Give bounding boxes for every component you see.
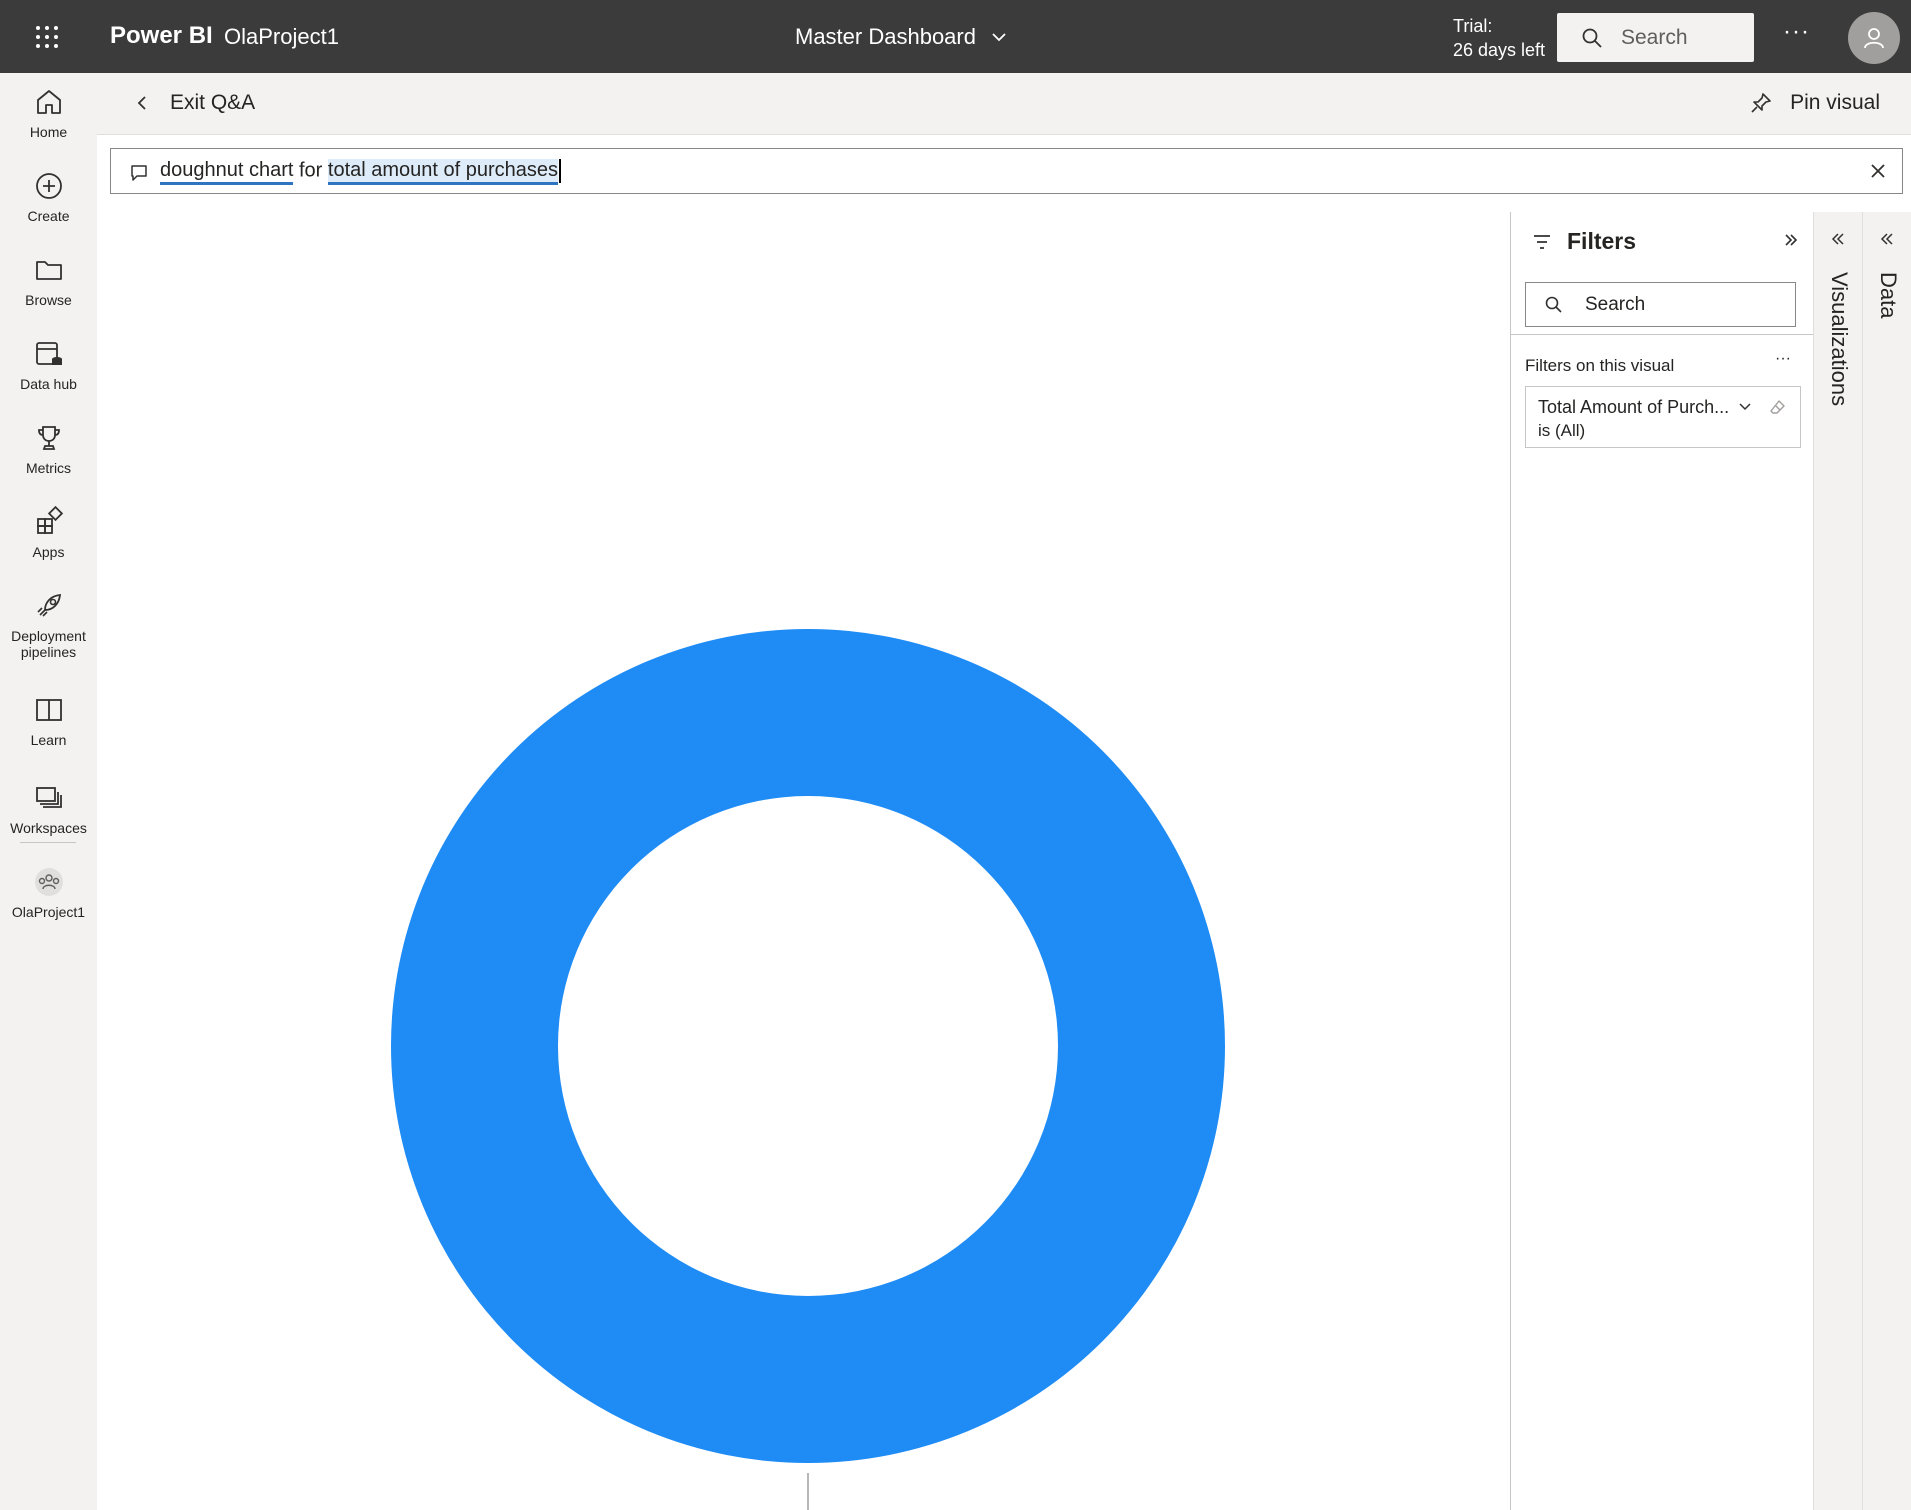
- nav-item-workspaces[interactable]: Workspaces: [0, 782, 97, 836]
- nav-label: Learn: [30, 732, 67, 748]
- nav-item-browse[interactable]: Browse: [0, 254, 97, 308]
- filter-card-title: Total Amount of Purch...: [1538, 397, 1730, 417]
- filters-pane: Filters Search Filters on this visual ··…: [1510, 212, 1814, 1510]
- chevron-down-icon: [992, 33, 1006, 42]
- left-navigation: Home Create Browse Data hub Metrics Apps…: [0, 73, 97, 1510]
- filters-search-input[interactable]: Search: [1525, 282, 1796, 327]
- qa-term-connector: for: [293, 159, 328, 182]
- data-pane-collapsed[interactable]: Data: [1862, 212, 1911, 1510]
- global-search-input[interactable]: Search: [1557, 13, 1754, 62]
- filters-section-more-button[interactable]: ···: [1775, 350, 1791, 368]
- nav-item-data-hub[interactable]: Data hub: [0, 338, 97, 392]
- visualizations-pane-collapsed[interactable]: Visualizations: [1813, 212, 1862, 1510]
- exit-qa-button[interactable]: Exit Q&A: [134, 91, 255, 115]
- nav-item-metrics[interactable]: Metrics: [0, 422, 97, 476]
- exit-qa-label: Exit Q&A: [170, 91, 256, 114]
- more-options-button[interactable]: ···: [1783, 18, 1810, 46]
- qa-term-field: total amount of purchases: [327, 159, 559, 186]
- qa-term-visual-type: doughnut chart: [160, 159, 294, 186]
- search-icon: [1582, 28, 1602, 48]
- person-icon: [1864, 28, 1884, 49]
- trial-days-left: 26 days left: [1453, 40, 1546, 60]
- filter-card-value: is (All): [1538, 421, 1586, 440]
- chevron-down-icon[interactable]: [1738, 400, 1752, 414]
- text-caret: [559, 159, 562, 183]
- pin-visual-label: Pin visual: [1790, 91, 1880, 114]
- filters-search-placeholder: Search: [1585, 293, 1646, 315]
- nav-label: Workspaces: [10, 820, 87, 836]
- nav-item-home[interactable]: Home: [0, 86, 97, 140]
- eraser-icon[interactable]: [1769, 398, 1787, 416]
- trial-label: Trial:: [1453, 16, 1493, 36]
- trial-status[interactable]: Trial: 26 days left: [1453, 14, 1545, 62]
- apps-icon: [36, 506, 63, 534]
- chevron-double-left-icon[interactable]: [1880, 232, 1894, 246]
- visualizations-pane-label: Visualizations: [1827, 272, 1852, 407]
- qa-question-input[interactable]: doughnut chart for total amount of purch…: [110, 148, 1903, 194]
- filters-section-label: Filters on this visual: [1525, 356, 1675, 375]
- avatar[interactable]: [1848, 12, 1900, 64]
- chevron-left-icon: [137, 96, 146, 110]
- rocket-icon: [36, 593, 61, 617]
- nav-label: Apps: [32, 544, 65, 560]
- qa-header: Exit Q&A Pin visual: [97, 73, 1911, 135]
- pin-icon: [1751, 93, 1771, 113]
- book-icon: [35, 699, 62, 721]
- data-pane-label: Data: [1876, 272, 1901, 319]
- close-icon[interactable]: [1868, 161, 1888, 181]
- nav-item-create[interactable]: Create: [0, 170, 97, 224]
- filters-title: Filters: [1567, 228, 1637, 254]
- nav-label: Browse: [25, 292, 72, 308]
- doughnut-slice[interactable]: [391, 629, 1225, 1463]
- nav-label: Deployment pipelines: [11, 628, 86, 660]
- qa-question-text: doughnut chart for total amount of purch…: [160, 159, 562, 186]
- report-title-dropdown[interactable]: Master Dashboard: [795, 24, 1008, 50]
- app-launcher-icon[interactable]: [34, 24, 60, 50]
- nav-label: OlaProject1: [11, 904, 86, 920]
- data-hub-icon: [35, 342, 62, 365]
- brand-name[interactable]: Power BI: [110, 22, 213, 50]
- nav-label: Home: [29, 124, 68, 140]
- filter-icon: [1534, 234, 1550, 249]
- trophy-icon: [37, 426, 60, 450]
- visual-canvas: [97, 210, 1510, 1510]
- workspace-group-icon: [34, 868, 63, 896]
- nav-divider: [20, 842, 76, 843]
- chevron-double-right-icon[interactable]: [1783, 232, 1799, 248]
- search-icon: [1545, 296, 1562, 313]
- nav-item-apps[interactable]: Apps: [0, 506, 97, 560]
- divider: [1511, 334, 1814, 335]
- nav-label: Data hub: [20, 376, 77, 392]
- folder-icon: [35, 261, 62, 280]
- report-title: Master Dashboard: [795, 24, 976, 49]
- nav-label: Create: [27, 208, 70, 224]
- workspaces-icon: [35, 787, 62, 808]
- home-icon: [36, 90, 61, 114]
- top-bar: Power BI OlaProject1 Master Dashboard Tr…: [0, 0, 1911, 73]
- nav-label: Metrics: [25, 460, 72, 476]
- plus-circle-icon: [35, 173, 62, 199]
- search-placeholder: Search: [1621, 25, 1688, 49]
- filter-card[interactable]: Total Amount of Purch... is (All): [1525, 386, 1801, 448]
- chat-bubble-icon: [131, 165, 147, 181]
- nav-item-deployment-pipelines[interactable]: Deployment pipelines: [0, 590, 97, 660]
- doughnut-chart[interactable]: [97, 210, 1510, 1510]
- nav-item-olaproject1[interactable]: OlaProject1: [0, 866, 97, 920]
- filters-header: Filters: [1531, 228, 1636, 255]
- nav-item-learn[interactable]: Learn: [0, 694, 97, 748]
- workspace-breadcrumb[interactable]: OlaProject1: [224, 24, 339, 50]
- chevron-double-left-icon[interactable]: [1831, 232, 1845, 246]
- pin-visual-button[interactable]: Pin visual: [1750, 91, 1880, 115]
